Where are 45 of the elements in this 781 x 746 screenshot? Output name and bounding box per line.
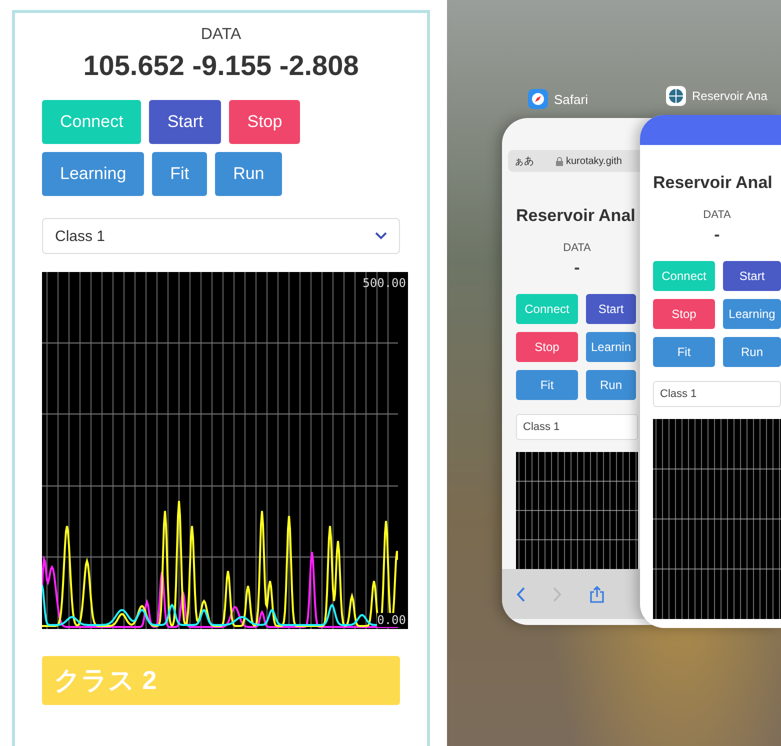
action-button[interactable]: Start: [586, 294, 636, 324]
action-button[interactable]: Connect: [42, 100, 142, 144]
app-preview-card[interactable]: Reservoir Anal DATA - Connect Start Stop Learning Fit Run Class 1: [640, 115, 781, 628]
data-label: DATA: [703, 209, 731, 221]
result-banner: クラス 2: [42, 656, 400, 705]
action-button[interactable]: Start: [723, 261, 781, 291]
axis-max-label: 500.00: [362, 276, 406, 290]
action-button[interactable]: Run: [586, 370, 636, 400]
app-name: Safari: [554, 92, 588, 106]
text-size-button[interactable]: ぁあ: [514, 154, 534, 168]
action-button[interactable]: Run: [723, 337, 781, 367]
page-title: Reservoir Anal: [516, 206, 636, 226]
share-icon[interactable]: [590, 586, 604, 602]
action-button[interactable]: Fit: [152, 152, 208, 196]
data-label: DATA: [563, 242, 591, 254]
class-select[interactable]: Class 1: [516, 414, 638, 440]
action-button[interactable]: Learnin: [586, 332, 636, 362]
app-name: Reservoir Ana: [692, 89, 768, 103]
class-select[interactable]: Class 1: [653, 381, 781, 407]
axis-min-label: 0.00: [377, 613, 406, 627]
action-button[interactable]: Run: [215, 152, 282, 196]
action-button[interactable]: Stop: [653, 299, 715, 329]
action-button[interactable]: Connect: [516, 294, 578, 324]
action-button[interactable]: Start: [149, 100, 222, 144]
chevron-down-icon: [375, 232, 387, 240]
action-button[interactable]: Stop: [229, 100, 300, 144]
action-button[interactable]: Fit: [516, 370, 578, 400]
class-select[interactable]: Class 1: [42, 218, 400, 254]
action-button[interactable]: Learning: [723, 299, 781, 329]
app-preview-card[interactable]: ぁあ kurotaky.gith Reservoir Anal DATA - Connect Start Stop Learnin Fit Run Class 1: [502, 118, 652, 625]
action-button[interactable]: Learning: [42, 152, 144, 196]
address-text: kurotaky.gith: [566, 156, 622, 166]
page-title: Reservoir Anal: [653, 173, 774, 193]
action-button[interactable]: Stop: [516, 332, 578, 362]
compass-icon: [528, 89, 548, 109]
data-label: DATA: [200, 26, 242, 44]
lock-icon: [556, 156, 563, 166]
action-button[interactable]: Fit: [653, 337, 715, 367]
data-value: -: [714, 225, 720, 245]
action-button[interactable]: Connect: [653, 261, 715, 291]
select-value: Class 1: [55, 228, 106, 244]
data-values: 105.652 -9.155 -2.808: [83, 50, 359, 82]
globe-icon: [666, 86, 686, 106]
back-icon[interactable]: [516, 586, 525, 602]
data-value: -: [574, 258, 580, 278]
